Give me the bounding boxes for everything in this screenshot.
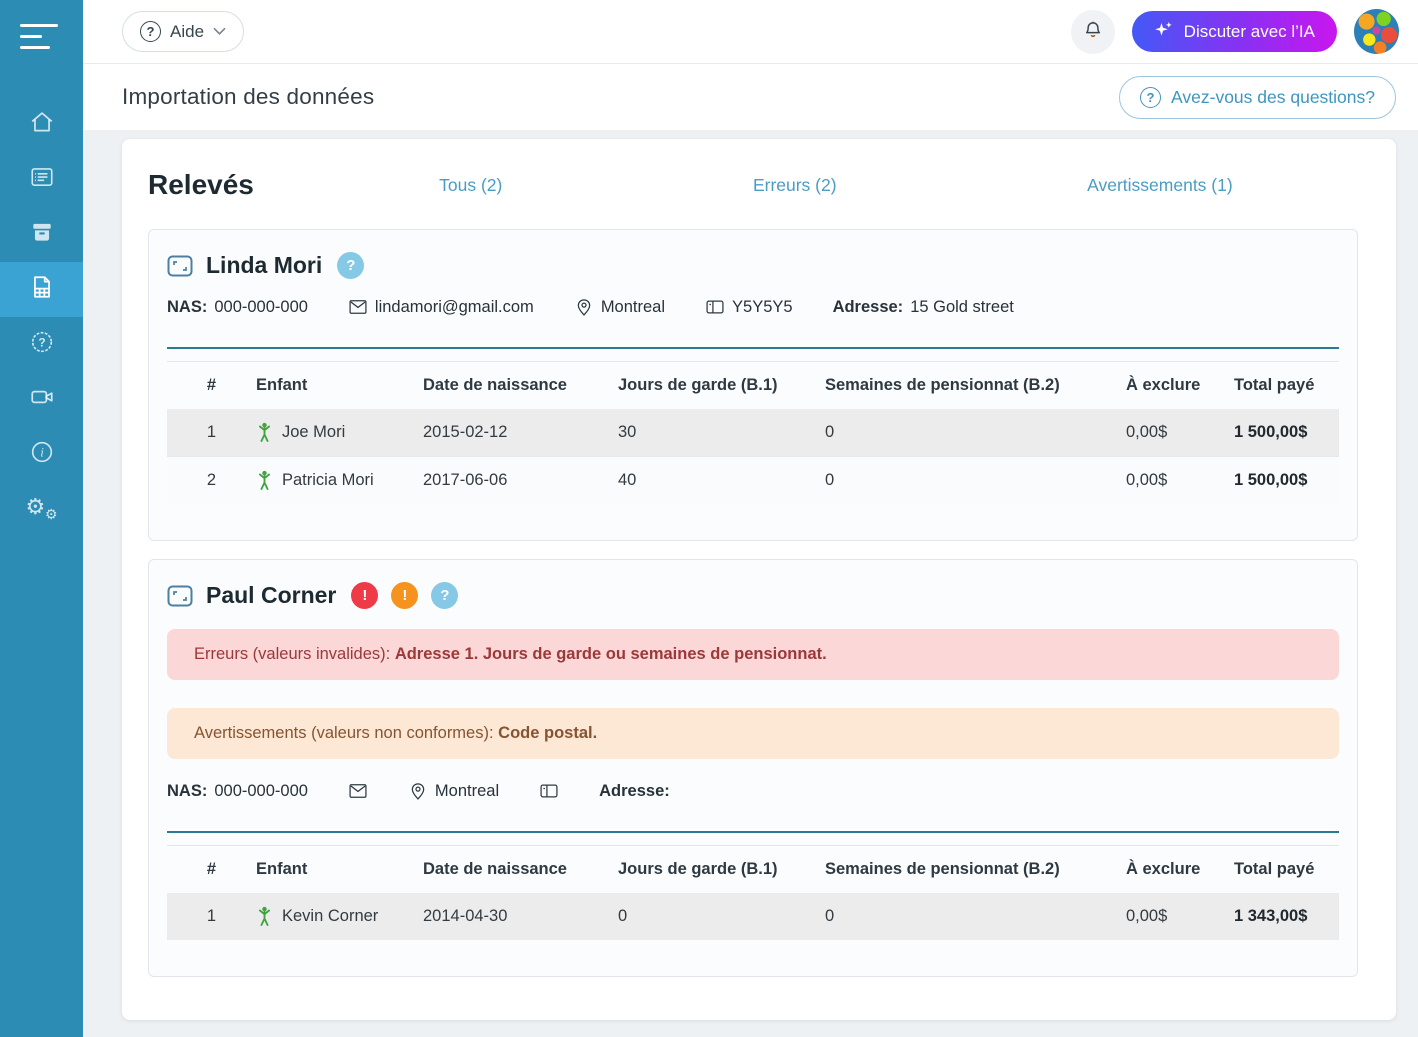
page-content: Relevés Tous (2) Erreurs (2) Avertisseme… — [83, 130, 1418, 1037]
envelope-icon — [348, 781, 368, 801]
statement-frame-icon — [167, 255, 193, 277]
help-menu-button[interactable]: ? Aide — [122, 11, 244, 52]
sidebar: ? i ⚙⚙ — [0, 0, 83, 1037]
archive-icon — [29, 219, 55, 250]
svg-text:?: ? — [38, 335, 45, 349]
help-badge-icon[interactable]: ? — [431, 582, 458, 609]
questions-button[interactable]: ? Avez-vous des questions? — [1119, 76, 1396, 119]
sidebar-nav: ? i ⚙⚙ — [0, 97, 83, 537]
chat-ai-button[interactable]: Discuter avec l’IA — [1132, 11, 1337, 52]
postal-card-icon — [705, 297, 725, 317]
sidebar-item-settings[interactable]: ⚙⚙ — [0, 482, 83, 537]
list-icon — [29, 164, 55, 195]
sidebar-item-data-import[interactable] — [0, 262, 83, 317]
error-alert: Erreurs (valeurs invalides): Adresse 1. … — [167, 629, 1339, 680]
location-pin-icon — [574, 297, 594, 317]
warning-alert: Avertissements (valeurs non conformes): … — [167, 708, 1339, 759]
location-pin-icon — [408, 781, 428, 801]
statement-card-paul: Paul Corner ! ! ? Erreurs (valeurs inval… — [148, 559, 1358, 977]
page-title: Importation des données — [122, 84, 374, 110]
email-field: lindamori@gmail.com — [348, 297, 534, 317]
warning-badge-icon[interactable]: ! — [391, 582, 418, 609]
error-badge-icon[interactable]: ! — [351, 582, 378, 609]
titlebar: Importation des données ? Avez-vous des … — [83, 63, 1418, 130]
topbar: ? Aide Discuter avec l’IA — [83, 0, 1418, 63]
settings-gears-icon: ⚙⚙ — [28, 496, 56, 524]
question-circle-icon: ? — [1140, 87, 1161, 108]
statement-name: Linda Mori — [206, 252, 322, 279]
tab-tous[interactable]: Tous (2) — [439, 175, 502, 196]
sidebar-item-info[interactable]: i — [0, 427, 83, 482]
children-table: # Enfant Date de naissance Jours de gard… — [167, 845, 1339, 940]
help-menu-label: Aide — [170, 22, 204, 42]
avatar[interactable] — [1354, 9, 1399, 54]
sidebar-item-help[interactable]: ? — [0, 317, 83, 372]
panel-title: Relevés — [148, 169, 254, 201]
nas-field: NAS:000-000-000 — [167, 782, 308, 801]
video-camera-icon — [29, 384, 55, 415]
svg-text:i: i — [40, 445, 44, 460]
email-field — [348, 781, 368, 801]
sidebar-item-home[interactable] — [0, 97, 83, 152]
nas-field: NAS:000-000-000 — [167, 298, 308, 317]
divider — [167, 831, 1339, 833]
city-field: Montreal — [574, 297, 665, 317]
city-field: Montreal — [408, 781, 499, 801]
children-table: # Enfant Date de naissance Jours de gard… — [167, 361, 1339, 504]
postal-code-field: Y5Y5Y5 — [705, 297, 793, 317]
tab-avertissements[interactable]: Avertissements (1) — [1087, 175, 1233, 196]
chat-ai-label: Discuter avec l’IA — [1184, 22, 1315, 42]
tab-erreurs[interactable]: Erreurs (2) — [753, 175, 837, 196]
child-icon — [256, 422, 273, 443]
question-circle-icon: ? — [140, 21, 161, 42]
sidebar-item-list[interactable] — [0, 152, 83, 207]
table-header-row: # Enfant Date de naissance Jours de gard… — [167, 362, 1339, 410]
statement-frame-icon — [167, 585, 193, 607]
sparkles-icon — [1154, 21, 1173, 43]
table-row: 1 Kevin Corner 2014-04-30 0 0 0,00$ 1 34… — [167, 893, 1339, 940]
child-icon — [256, 906, 273, 927]
home-icon — [29, 109, 55, 140]
help-seal-icon: ? — [29, 329, 55, 360]
bell-icon — [1082, 19, 1104, 44]
table-row: 2 Patricia Mori 2017-06-06 40 0 0,00$ 1 … — [167, 457, 1339, 505]
postal-code-field — [539, 781, 559, 801]
help-badge-icon[interactable]: ? — [337, 252, 364, 279]
table-header-row: # Enfant Date de naissance Jours de gard… — [167, 846, 1339, 894]
postal-card-icon — [539, 781, 559, 801]
statement-card-linda: Linda Mori ? NAS:000-000-000 lindamori@g… — [148, 229, 1358, 541]
sidebar-item-video[interactable] — [0, 372, 83, 427]
address-field: Adresse:15 Gold street — [833, 298, 1014, 317]
notifications-button[interactable] — [1071, 10, 1115, 54]
data-import-icon — [29, 274, 55, 305]
statement-name: Paul Corner — [206, 582, 336, 609]
address-field: Adresse: — [599, 782, 670, 801]
chevron-down-icon — [213, 27, 226, 36]
envelope-icon — [348, 297, 368, 317]
releves-panel: Relevés Tous (2) Erreurs (2) Avertisseme… — [122, 139, 1396, 1020]
menu-toggle-icon[interactable] — [0, 0, 58, 57]
child-icon — [256, 470, 273, 491]
divider — [167, 347, 1339, 349]
info-icon: i — [29, 439, 55, 470]
sidebar-item-archive[interactable] — [0, 207, 83, 262]
questions-button-label: Avez-vous des questions? — [1171, 87, 1375, 108]
table-row: 1 Joe Mori 2015-02-12 30 0 0,00$ 1 500,0… — [167, 409, 1339, 457]
filter-tabs: Tous (2) Erreurs (2) Avertissements (1) — [314, 175, 1358, 196]
